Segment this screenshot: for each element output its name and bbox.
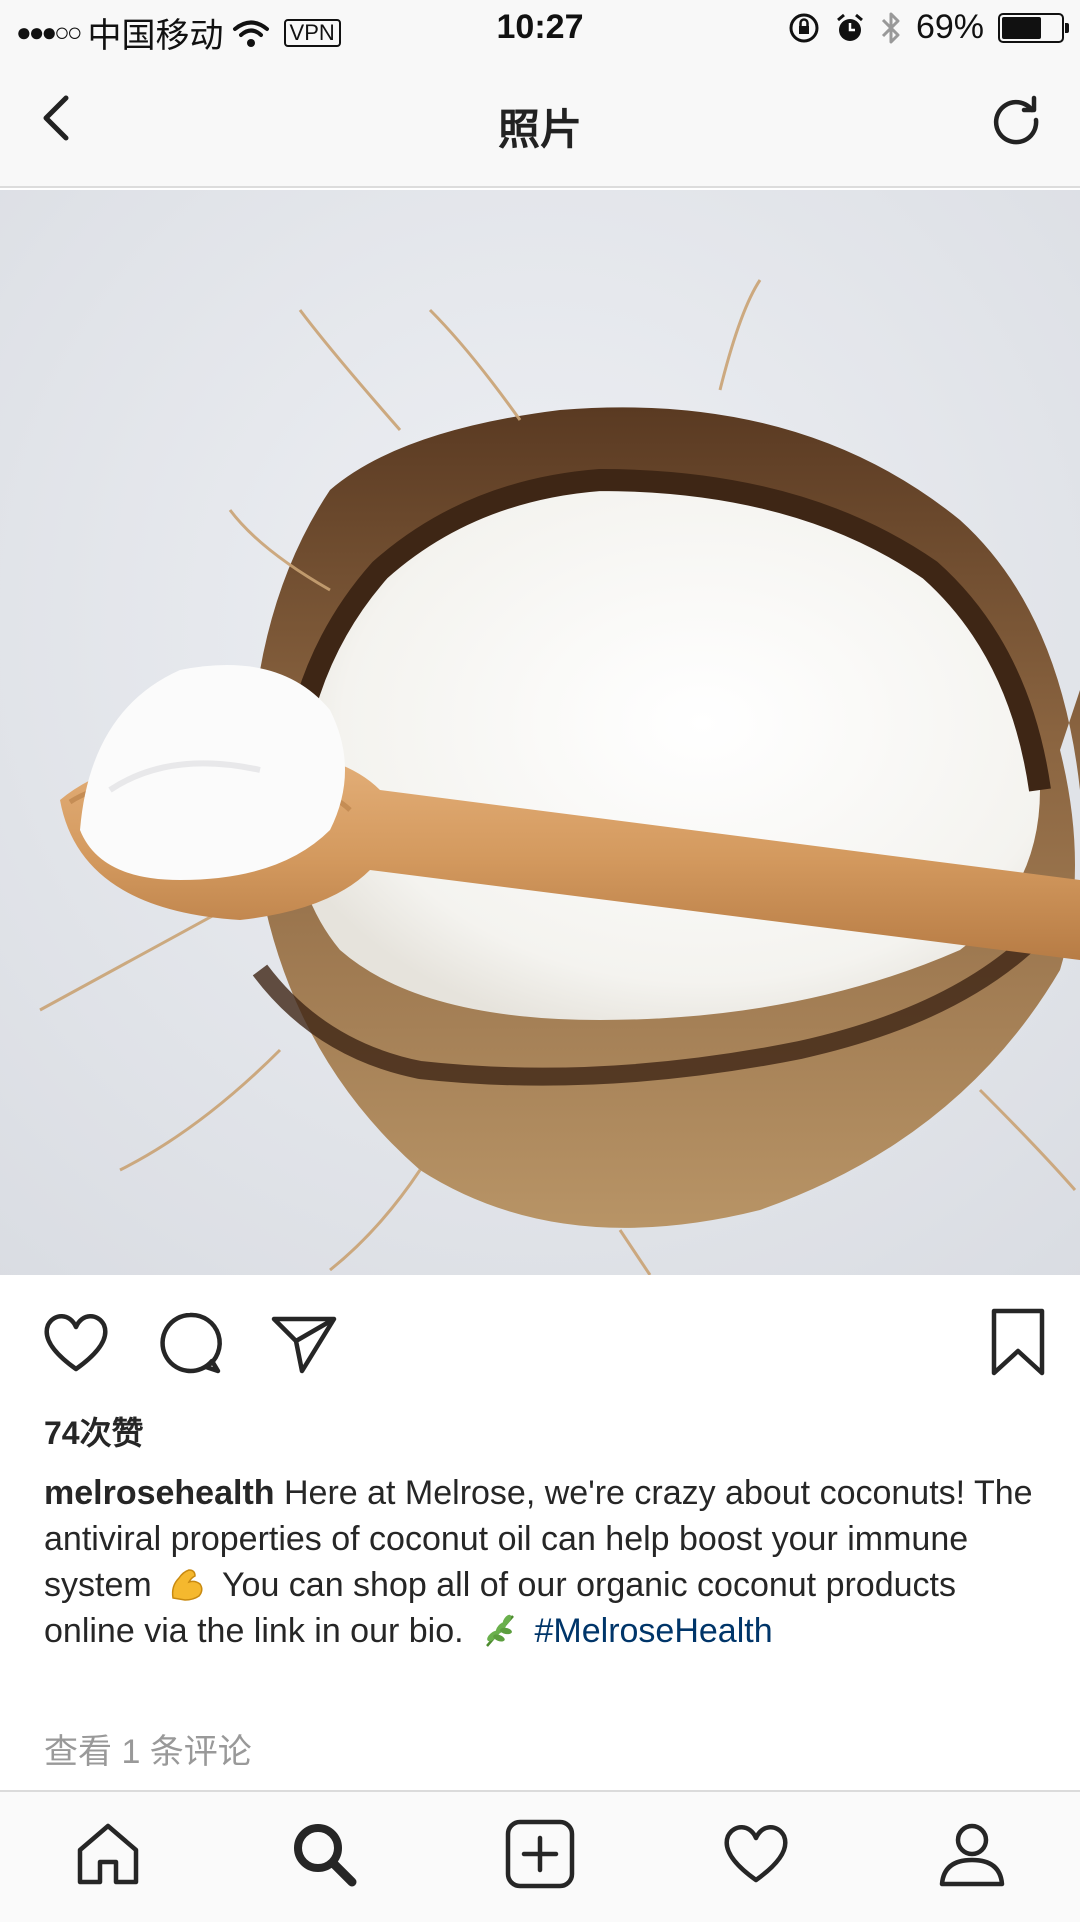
heart-icon[interactable]: [38, 1305, 114, 1381]
hashtag-link[interactable]: #MelroseHealth: [535, 1612, 773, 1650]
coconut-oil-image: [0, 190, 1080, 1275]
post-photo[interactable]: [0, 190, 1080, 1275]
bookmark-icon[interactable]: [980, 1305, 1056, 1381]
plus-square-icon[interactable]: [502, 1816, 578, 1892]
comment-icon[interactable]: [152, 1305, 228, 1381]
status-bar: ●●●○○ 中国移动 VPN 10:27 69%: [0, 0, 1080, 58]
likes-count[interactable]: 74次赞: [44, 1408, 144, 1454]
view-comments-link[interactable]: 查看 1 条评论: [44, 1724, 252, 1773]
flexed-biceps-icon: [172, 1569, 203, 1601]
profile-icon[interactable]: [934, 1816, 1010, 1892]
activity-heart-icon[interactable]: [718, 1816, 794, 1892]
tab-bar: [0, 1790, 1080, 1922]
home-icon[interactable]: [70, 1816, 146, 1892]
nav-bar: 照片: [0, 58, 1080, 188]
battery-icon: [998, 12, 1069, 43]
post-actions: [0, 1305, 1080, 1385]
alarm-icon: [836, 13, 863, 41]
page-title: 照片: [497, 106, 582, 153]
refresh-icon[interactable]: [986, 88, 1046, 148]
search-icon[interactable]: [286, 1816, 362, 1892]
herb-icon: [486, 1614, 514, 1647]
bluetooth-icon: [881, 12, 900, 43]
username-link[interactable]: melrosehealth: [44, 1474, 275, 1512]
paper-plane-icon[interactable]: [266, 1305, 342, 1381]
orientation-lock-icon: [789, 13, 819, 42]
post-caption: melrosehealth Here at Melrose, we're cra…: [44, 1470, 1044, 1654]
battery-percent: 69%: [915, 8, 984, 46]
status-right: 69%: [788, 8, 1069, 47]
battery-fill: [1002, 16, 1041, 39]
